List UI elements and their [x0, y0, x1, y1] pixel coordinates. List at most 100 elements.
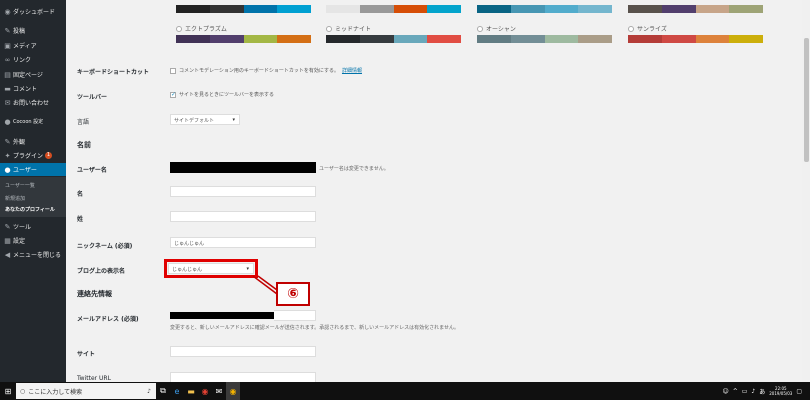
scheme-name: オーシャン — [486, 26, 516, 33]
windows-start-icon[interactable]: ⊞ — [0, 382, 16, 400]
chrome-active-icon[interactable]: ◉ — [226, 382, 240, 400]
sidebar-item-links[interactable]: ∞ リンク — [0, 53, 66, 66]
radio-button[interactable] — [628, 25, 634, 32]
collapse-icon: ◀ — [4, 250, 11, 259]
sidebar-item-label: 投稿 — [13, 28, 26, 35]
network-icon[interactable]: ▭ — [742, 388, 748, 395]
username-field-redacted — [170, 162, 316, 173]
settings-icon: ▦ — [4, 236, 11, 245]
display-name-label: ブログ上の表示名 — [77, 268, 126, 275]
sidebar-item-label: メディア — [13, 43, 37, 50]
toolbar-row: サイトを見るときにツールバーを表示する — [170, 91, 274, 98]
first-name-label: 名 — [77, 191, 84, 198]
link-icon: ∞ — [4, 55, 11, 64]
color-scheme-sunrise[interactable]: サンライズ — [628, 24, 763, 46]
radio-button[interactable] — [326, 25, 332, 32]
scrollbar-thumb[interactable] — [804, 38, 809, 162]
email-input[interactable] — [274, 310, 316, 321]
color-scheme-ocean[interactable]: オーシャン — [477, 24, 612, 46]
radio-button[interactable] — [477, 25, 483, 32]
sidebar-item-label: ユーザー — [13, 167, 37, 174]
sidebar-item-tools[interactable]: ✎ ツール — [0, 220, 66, 233]
email-field-redacted — [170, 312, 274, 319]
language-label: 言語 — [77, 119, 90, 126]
sidebar-item-label: Cocoon 設定 — [13, 119, 44, 125]
color-scheme-midnight[interactable]: ミッドナイト — [326, 24, 461, 46]
sidebar-item-cocoon[interactable]: ● Cocoon 設定 — [0, 115, 66, 128]
nickname-input[interactable]: じゅんじゅん — [170, 237, 316, 248]
scheme-label: ミッドナイト — [326, 24, 371, 33]
chrome-icon[interactable]: ◉ — [198, 382, 212, 400]
sidebar-item-pages[interactable]: ▤ 固定ページ — [0, 68, 66, 81]
keyboard-shortcuts-row: コメントモデレーション用のキーボードショートカットを有効にする。 詳細情報 — [170, 67, 362, 74]
plugin-icon: ✦ — [4, 151, 11, 160]
clock-date: 2019/05/03 — [769, 391, 793, 396]
sidebar-item-contact[interactable]: ✉ お問い合わせ — [0, 96, 66, 109]
scheme-swatches — [477, 35, 612, 43]
toolbar-label: ツールバー — [77, 94, 108, 101]
sidebar-item-collapse[interactable]: ◀ メニューを閉じる — [0, 248, 66, 261]
sidebar-item-users[interactable]: ● ユーザー — [0, 163, 66, 176]
keyboard-shortcuts-checkbox[interactable] — [170, 67, 176, 74]
sidebar-item-posts[interactable]: ✎ 投稿 — [0, 24, 66, 37]
toolbar-text: サイトを見るときにツールバーを表示する — [179, 92, 275, 98]
last-name-input[interactable] — [170, 211, 316, 222]
sidebar-item-dashboard[interactable]: ◉ ダッシュボード — [0, 5, 66, 18]
first-name-input[interactable] — [170, 186, 316, 197]
profile-content: エクトプラズム ミッドナイト オーシャン サンライズ キーボードショートカット … — [66, 0, 810, 382]
sidebar-item-settings[interactable]: ▦ 設定 — [0, 234, 66, 247]
page-scrollbar[interactable] — [802, 0, 810, 382]
language-select[interactable]: サイトデフォルト ▾ — [170, 114, 240, 125]
task-view-icon[interactable]: ⧉ — [156, 382, 170, 400]
user-icon: ● — [4, 165, 11, 174]
dashboard-icon: ◉ — [4, 7, 11, 16]
file-explorer-icon[interactable]: ▬ — [184, 382, 198, 400]
color-scheme-ectoplasm[interactable]: エクトプラズム — [176, 24, 311, 46]
users-submenu: ユーザー一覧 新規追加 あなたのプロフィール — [0, 177, 66, 217]
ime-icon[interactable]: あ — [759, 387, 765, 396]
sidebar-item-comments[interactable]: ▬ コメント — [0, 82, 66, 95]
twitter-input[interactable] — [170, 372, 316, 382]
twitter-label: Twitter URL — [77, 375, 111, 382]
scheme-swatches — [628, 35, 763, 43]
color-scheme-light-swatches[interactable] — [326, 5, 461, 13]
color-scheme-coffee-swatches[interactable] — [628, 5, 763, 13]
site-input[interactable] — [170, 346, 316, 357]
taskbar-clock[interactable]: 22:05 2019/05/03 — [769, 386, 792, 396]
windows-taskbar: ⊞ ○ ここに入力して検索 ♪ ⧉ e ▬ ◉ ✉ ◉ ☺ ^ ▭ ♪ あ 22… — [0, 382, 810, 400]
notification-icon[interactable]: ▢ — [796, 388, 802, 395]
chevron-down-icon: ▾ — [232, 117, 235, 123]
mail-icon[interactable]: ✉ — [212, 382, 226, 400]
highlight-box — [164, 259, 258, 278]
scheme-label: オーシャン — [477, 24, 516, 33]
people-icon[interactable]: ☺ — [722, 388, 728, 395]
toolbar-checkbox[interactable] — [170, 91, 176, 98]
radio-button[interactable] — [176, 25, 182, 32]
username-label: ユーザー名 — [77, 167, 107, 174]
comment-icon: ▬ — [4, 84, 11, 93]
tools-icon: ✎ — [4, 222, 11, 231]
submenu-all-users[interactable]: ユーザー一覧 — [5, 182, 35, 189]
color-scheme-default-swatches[interactable] — [176, 5, 311, 13]
page-icon: ▤ — [4, 70, 11, 79]
submenu-your-profile[interactable]: あなたのプロフィール — [5, 206, 55, 213]
scheme-swatches — [326, 35, 461, 43]
submenu-add-new[interactable]: 新規追加 — [5, 195, 25, 202]
keyboard-shortcuts-text: コメントモデレーション用のキーボードショートカットを有効にする。 — [179, 68, 339, 74]
sidebar-item-plugins[interactable]: ✦ プラグイン 1 — [0, 149, 66, 162]
step-number-callout: ⑥ — [276, 282, 310, 306]
volume-icon[interactable]: ♪ — [751, 388, 755, 395]
scheme-name: サンライズ — [637, 26, 667, 33]
sidebar-item-appearance[interactable]: ✎ 外観 — [0, 135, 66, 148]
sidebar-item-media[interactable]: ▣ メディア — [0, 39, 66, 52]
chevron-up-icon[interactable]: ^ — [733, 388, 738, 395]
microphone-icon: ♪ — [147, 387, 151, 395]
language-value: サイトデフォルト — [174, 118, 215, 124]
edge-browser-icon[interactable]: e — [170, 382, 184, 400]
more-info-link[interactable]: 詳細情報 — [342, 67, 362, 74]
color-scheme-blue-swatches[interactable] — [477, 5, 612, 13]
sidebar-item-label: 設定 — [13, 238, 26, 245]
taskbar-search[interactable]: ○ ここに入力して検索 ♪ — [16, 383, 156, 399]
mail-icon: ✉ — [4, 98, 11, 107]
media-icon: ▣ — [4, 41, 11, 50]
